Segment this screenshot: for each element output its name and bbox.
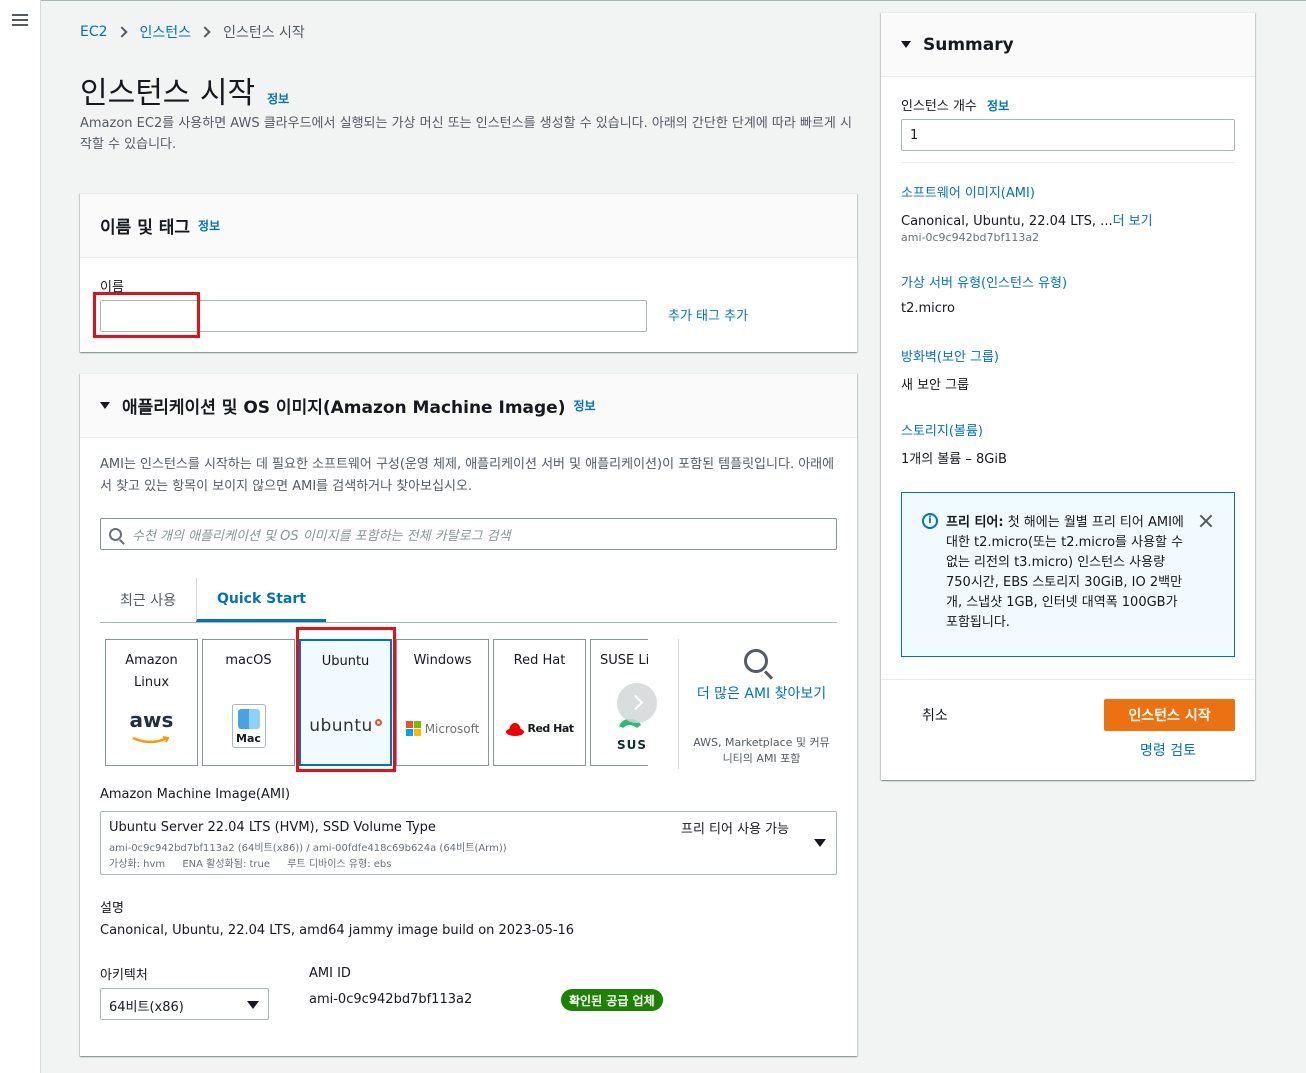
- microsoft-logo-icon: Microsoft: [397, 718, 488, 740]
- summary-storage-value: 1개의 볼륨 – 8GiB: [901, 452, 1007, 467]
- summary-header[interactable]: Summary: [881, 13, 1255, 77]
- ami-panel: 애플리케이션 및 OS 이미지(Amazon Machine Image) 정보…: [80, 373, 857, 1056]
- page-title-row: 인스턴스 시작 정보: [80, 68, 289, 112]
- add-tag-link[interactable]: 추가 태그 추가: [668, 305, 748, 324]
- ami-select-label: Amazon Machine Image(AMI): [100, 787, 291, 802]
- ami-search-placeholder: 수천 개의 애플리케이션 및 OS 이미지를 포함하는 전체 카탈로그 검색: [132, 528, 511, 544]
- top-border: [0, 0, 1306, 1]
- os-card-label: Amazon Linux: [125, 653, 178, 690]
- os-card-amazon-linux[interactable]: Amazon Linux aws: [105, 639, 198, 766]
- name-panel-info-link[interactable]: 정보: [198, 217, 220, 234]
- name-and-tags-panel: 이름 및 태그 정보 이름 추가 태그 추가: [80, 193, 857, 352]
- divider: [881, 679, 1255, 680]
- instance-count-label: 인스턴스 개수 정보: [901, 99, 1010, 114]
- os-card-red-hat[interactable]: Red Hat Red Hat: [493, 639, 586, 766]
- left-navigation-rail: [0, 0, 41, 1073]
- scroll-right-button[interactable]: [617, 683, 657, 723]
- breadcrumb-current: 인스턴스 시작: [223, 25, 305, 41]
- tab-quick-start[interactable]: Quick Start: [195, 578, 326, 622]
- caret-down-icon: [247, 1001, 259, 1009]
- architecture-label: 아키텍처: [100, 968, 148, 983]
- name-panel-header: 이름 및 태그 정보: [80, 194, 857, 258]
- breadcrumb: EC2 인스턴스 인스턴스 시작: [80, 22, 305, 42]
- search-icon: [744, 649, 768, 673]
- divider: [901, 162, 1235, 163]
- breadcrumb-instances[interactable]: 인스턴스: [140, 22, 192, 42]
- os-card-macos[interactable]: macOS Mac: [202, 639, 295, 766]
- caret-down-icon: [100, 402, 110, 409]
- redhat-logo-icon: Red Hat: [494, 718, 585, 740]
- search-icon: [109, 527, 122, 541]
- summary-ami-id: ami-0c9c942bd7bf113a2: [901, 231, 1040, 244]
- summary-panel: Summary 인스턴스 개수 정보 1 소프트웨어 이미지(AMI) Cano…: [881, 12, 1255, 780]
- os-card-label: SUSE Li: [600, 653, 648, 668]
- page-description: Amazon EC2를 사용하면 AWS 클라우드에서 실행되는 가상 머신 또…: [80, 116, 852, 152]
- mac-logo-icon: Mac: [203, 704, 294, 748]
- ami-tabs: 최근 사용 Quick Start: [100, 578, 837, 623]
- instance-count-input[interactable]: 1: [901, 119, 1235, 151]
- architecture-select[interactable]: 64비트(x86): [100, 988, 269, 1020]
- caret-down-icon: [814, 839, 826, 847]
- close-icon[interactable]: [1198, 513, 1214, 529]
- architecture-value: 64비트(x86): [109, 1000, 184, 1015]
- ami-panel-title: 애플리케이션 및 OS 이미지(Amazon Machine Image): [122, 398, 566, 418]
- name-highlight-box: [93, 292, 200, 338]
- chevron-right-icon: [199, 26, 211, 38]
- ami-id-label: AMI ID: [309, 966, 351, 981]
- verified-provider-badge: 확인된 공급 업체: [561, 989, 663, 1011]
- aws-logo-icon: aws: [106, 710, 197, 752]
- summary-title: Summary: [923, 34, 1014, 55]
- ami-select-meta: 가상화: hvm ENA 활성화됨: true 루트 디바이스 유형: ebs: [109, 859, 392, 870]
- launch-instance-button[interactable]: 인스턴스 시작: [1104, 699, 1235, 731]
- breadcrumb-ec2[interactable]: EC2: [80, 24, 108, 40]
- tab-recent[interactable]: 최근 사용: [100, 578, 196, 622]
- os-card-label: Windows: [413, 653, 472, 668]
- page-title: 인스턴스 시작: [80, 76, 256, 111]
- summary-ami-value: Canonical, Ubuntu, 22.04 LTS, ...더 보기: [901, 214, 1153, 229]
- free-tier-text: 프리 티어: 첫 해에는 월별 프리 티어 AMI에 대한 t2.micro(또…: [946, 515, 1184, 630]
- free-tier-alert: i 프리 티어: 첫 해에는 월별 프리 티어 AMI에 대한 t2.micro…: [901, 492, 1235, 657]
- browse-more-ami-note: AWS, Marketplace 및 커뮤니티의 AMI 포함: [693, 736, 830, 765]
- os-card-label: Red Hat: [513, 653, 566, 668]
- os-card-windows[interactable]: Windows Microsoft: [396, 639, 489, 766]
- ubuntu-highlight-box: [296, 627, 396, 772]
- ami-select[interactable]: Ubuntu Server 22.04 LTS (HVM), SSD Volum…: [100, 811, 837, 875]
- chevron-right-icon: [115, 26, 128, 38]
- ami-free-tier-label: 프리 티어 사용 가능: [681, 822, 790, 837]
- summary-firewall-value: 새 보안 그룹: [901, 378, 970, 393]
- description-value: Canonical, Ubuntu, 22.04 LTS, amd64 jamm…: [100, 923, 575, 938]
- ami-description: AMI는 인스턴스를 시작하는 데 필요한 소프트웨어 구성(운영 체제, 애플…: [100, 457, 835, 494]
- ami-id-value: ami-0c9c942bd7bf113a2: [309, 992, 473, 1007]
- info-icon: i: [922, 513, 938, 529]
- page-info-link[interactable]: 정보: [267, 90, 289, 107]
- ami-select-ids: ami-0c9c942bd7bf113a2 (64비트(x86)) / ami-…: [109, 843, 507, 854]
- summary-ami-more-link[interactable]: 더 보기: [1113, 214, 1153, 229]
- summary-firewall-link[interactable]: 방화벽(보안 그룹): [901, 346, 999, 365]
- os-card-label: macOS: [225, 653, 272, 668]
- description-label: 설명: [100, 901, 124, 916]
- summary-ami-link[interactable]: 소프트웨어 이미지(AMI): [901, 182, 1035, 201]
- ami-search-input[interactable]: 수천 개의 애플리케이션 및 OS 이미지를 포함하는 전체 카탈로그 검색: [100, 518, 837, 550]
- name-panel-title: 이름 및 태그: [100, 218, 191, 238]
- summary-instance-type-value: t2.micro: [901, 301, 955, 316]
- hamburger-menu-icon[interactable]: [12, 14, 28, 28]
- cancel-button[interactable]: 취소: [922, 705, 948, 725]
- summary-instance-type-link[interactable]: 가상 서버 유형(인스턴스 유형): [901, 272, 1067, 291]
- ami-select-title: Ubuntu Server 22.04 LTS (HVM), SSD Volum…: [109, 820, 436, 835]
- review-commands-link[interactable]: 명령 검토: [1140, 740, 1196, 760]
- caret-down-icon: [901, 41, 911, 48]
- instance-count-info-link[interactable]: 정보: [987, 99, 1009, 113]
- summary-storage-link[interactable]: 스토리지(볼륨): [901, 420, 983, 439]
- ami-panel-header[interactable]: 애플리케이션 및 OS 이미지(Amazon Machine Image) 정보: [80, 374, 857, 438]
- browse-more-ami: 더 많은 AMI 찾아보기 AWS, Marketplace 및 커뮤니티의 A…: [678, 639, 838, 769]
- ami-panel-info-link[interactable]: 정보: [573, 397, 595, 414]
- browse-more-ami-link[interactable]: 더 많은 AMI 찾아보기: [689, 683, 834, 705]
